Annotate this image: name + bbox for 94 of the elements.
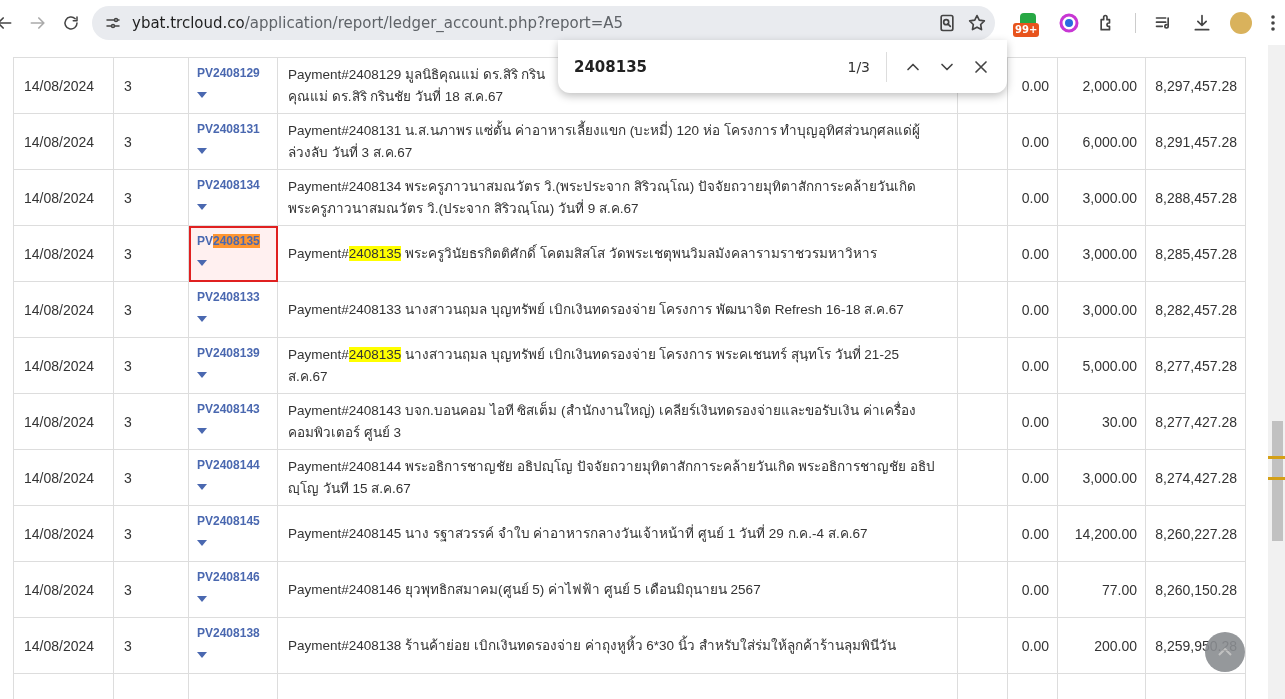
table-cell: 3: [113, 113, 189, 170]
balance-cell: 8,260,150.28: [1145, 561, 1246, 618]
date-cell: 14/08/2024: [13, 393, 114, 450]
date-cell: 14/08/2024: [13, 281, 114, 338]
page-search-icon[interactable]: [937, 12, 957, 33]
table-cell: 3: [113, 57, 189, 114]
caret-icon[interactable]: [197, 428, 207, 434]
voucher-link[interactable]: PV2408133: [197, 290, 260, 304]
table-cell: 3: [113, 225, 189, 282]
amount-cell: 2,000.00: [1057, 57, 1146, 114]
caret-icon[interactable]: [197, 484, 207, 490]
table-cell: 3: [113, 393, 189, 450]
caret-icon[interactable]: [197, 260, 207, 266]
date-cell: 14/08/2024: [13, 449, 114, 506]
table-cell: 3: [113, 169, 189, 226]
amount-cell: 0.00: [1007, 449, 1058, 506]
date-cell: 14/08/2024: [13, 169, 114, 226]
balance-cell: 8,260,227.28: [1145, 505, 1246, 562]
voucher-link[interactable]: PV2408139: [197, 346, 260, 360]
date-cell: 14/08/2024: [13, 561, 114, 618]
match-count: 1/3: [847, 58, 870, 75]
find-query-field[interactable]: 2408135: [574, 57, 848, 76]
date-cell: 14/08/2024: [13, 57, 114, 114]
date-cell: 14/08/2024: [13, 505, 114, 562]
description-cell: Payment#2408134 พระครูภาวนาสมณวัตร วิ.(พระประจาก สิริวณฺโณ) ปัจจัยถวายมุทิตาสักการะคล้ายวันเกิด พระครูภาวนาสมณวัตร วิ.(ประจาก สิริวณฺโณ) วันที่ 9 ส.ค.67: [277, 169, 958, 226]
balance-cell: 8,288,457.28: [1145, 169, 1246, 226]
balance-cell: 8,282,457.28: [1145, 281, 1246, 338]
balance-cell: 8,285,457.28: [1145, 225, 1246, 282]
amount-cell: 0.00: [1007, 113, 1058, 170]
scrollbar[interactable]: [1268, 45, 1285, 699]
caret-icon[interactable]: [197, 540, 207, 546]
amount-cell: 200.00: [1057, 617, 1146, 674]
amount-cell: 30.00: [1057, 393, 1146, 450]
amount-cell: 5,000.00: [1057, 337, 1146, 394]
amount-cell: 0.00: [1007, 169, 1058, 226]
date-cell: 14/08/2024: [13, 225, 114, 282]
amount-cell: 14,200.00: [1057, 505, 1146, 562]
amount-cell: 0.00: [1007, 337, 1058, 394]
description-cell: Payment#2408143 บจก.บอนคอม ไอที ซิสเต็ม (สำนักงานใหญ่) เคลียร์เงินทดรองจ่ายและขอรับเงิน ค่าเครื่องคอมพิวเตอร์ ศูนย์ 3: [277, 393, 958, 450]
balance-cell: 8,277,427.28: [1145, 393, 1246, 450]
table-cell: 3: [113, 281, 189, 338]
amount-cell: 3,000.00: [1057, 281, 1146, 338]
date-cell: 14/08/2024: [13, 617, 114, 674]
amount-cell: 0.00: [1007, 225, 1058, 282]
balance-cell: 8,274,427.28: [1145, 449, 1246, 506]
address-bar[interactable]: ybat.trcloud.co/application/report/ledger_account.php?report=A5: [92, 5, 995, 40]
amount-cell: 0.00: [1007, 617, 1058, 674]
voucher-link[interactable]: PV2408144: [197, 458, 260, 472]
balance-cell: 8,297,457.28: [1145, 57, 1246, 114]
amount-cell: 0.00: [1007, 393, 1058, 450]
voucher-link[interactable]: PV2408129: [197, 66, 260, 80]
balance-cell: 8,277,457.28: [1145, 337, 1246, 394]
amount-cell: 77.00: [1057, 561, 1146, 618]
download-icon[interactable]: [1192, 12, 1212, 33]
notification-badge: 99+: [1013, 22, 1040, 37]
description-cell: Payment#2408144 พระอธิการชาญชัย อธิปญฺโญ ปัจจัยถวายมุทิตาสักการะคล้ายวันเกิด พระอธิการชาญชัย อธิปญฺโญ วันที 15 ส.ค.67: [277, 449, 958, 506]
menu-icon[interactable]: [1270, 13, 1276, 32]
date-cell: 14/08/2024: [13, 113, 114, 170]
bookmark-star-icon[interactable]: [967, 12, 987, 33]
caret-icon[interactable]: [197, 372, 207, 378]
caret-icon[interactable]: [197, 92, 207, 98]
caret-icon[interactable]: [197, 148, 207, 154]
amount-cell: 0.00: [1007, 505, 1058, 562]
description-cell: Payment#2408131 น.ส.นภาพร แซ่ตั้น ค่าอาหารเลี้ยงแขก (บะหมี่) 120 ห่อ โครงการ ทำบุญอุทิศส่วนกุศลแด่ผู้ล่วงลับ วันที่ 3 ส.ค.67: [277, 113, 958, 170]
caret-icon[interactable]: [197, 596, 207, 602]
caret-icon[interactable]: [197, 316, 207, 322]
table-cell: 3: [113, 505, 189, 562]
description-cell: Payment#2408146 ยุวพุทธิกสมาคม(ศูนย์ 5) ค่าไฟฟ้า ศูนย์ 5 เดือนมิถุนายน 2567: [277, 561, 958, 618]
description-cell: Payment#2408138 ร้านค้าย่อย เบิกเงินทดรองจ่าย ค่าถุงหูหิ้ว 6*30 นิ้ว สำหรับใส่ร่มให้ลูกค้าร้านลุมพินีวัน: [277, 617, 958, 674]
voucher-link[interactable]: PV2408146: [197, 570, 260, 584]
voucher-link[interactable]: PV2408138: [197, 626, 260, 640]
amount-cell: 3,000.00: [1057, 169, 1146, 226]
table-cell: 3: [113, 617, 189, 674]
amount-cell: 3,000.00: [1057, 225, 1146, 282]
table-cell: 3: [113, 449, 189, 506]
voucher-link[interactable]: PV2408131: [197, 122, 260, 136]
date-cell: 14/08/2024: [13, 337, 114, 394]
amount-cell: 0.00: [1007, 281, 1058, 338]
amount-cell: 3,000.00: [1057, 449, 1146, 506]
amount-cell: 6,000.00: [1057, 113, 1146, 170]
caret-icon[interactable]: [197, 652, 207, 658]
description-cell: Payment#2408133 นางสาวนฤมล บุญทรัพย์ เบิกเงินทดรองจ่าย โครงการ พัฒนาจิต Refresh 16-18 ส.ค.67: [277, 281, 958, 338]
color-wheel-icon[interactable]: [1059, 12, 1079, 33]
table-cell: 3: [113, 337, 189, 394]
caret-icon[interactable]: [197, 204, 207, 210]
balance-cell: 8,291,457.28: [1145, 113, 1246, 170]
description-cell: Payment#2408145 นาง รฐาสวรรค์ จำใบ ค่าอาหารกลางวันเจ้าหน้าที่ ศูนย์ 1 วันที่ 29 ก.ค.-4 ส.ค.67: [277, 505, 958, 562]
amount-cell: 0.00: [1007, 561, 1058, 618]
voucher-link[interactable]: PV2408145: [197, 514, 260, 528]
reload-icon[interactable]: [62, 13, 80, 32]
voucher-link[interactable]: PV2408143: [197, 402, 260, 416]
url-text: ybat.trcloud.co/application/report/ledger_account.php?report=A5: [132, 13, 625, 32]
table-cell: 3: [113, 561, 189, 618]
voucher-link[interactable]: PV2408134: [197, 178, 260, 192]
